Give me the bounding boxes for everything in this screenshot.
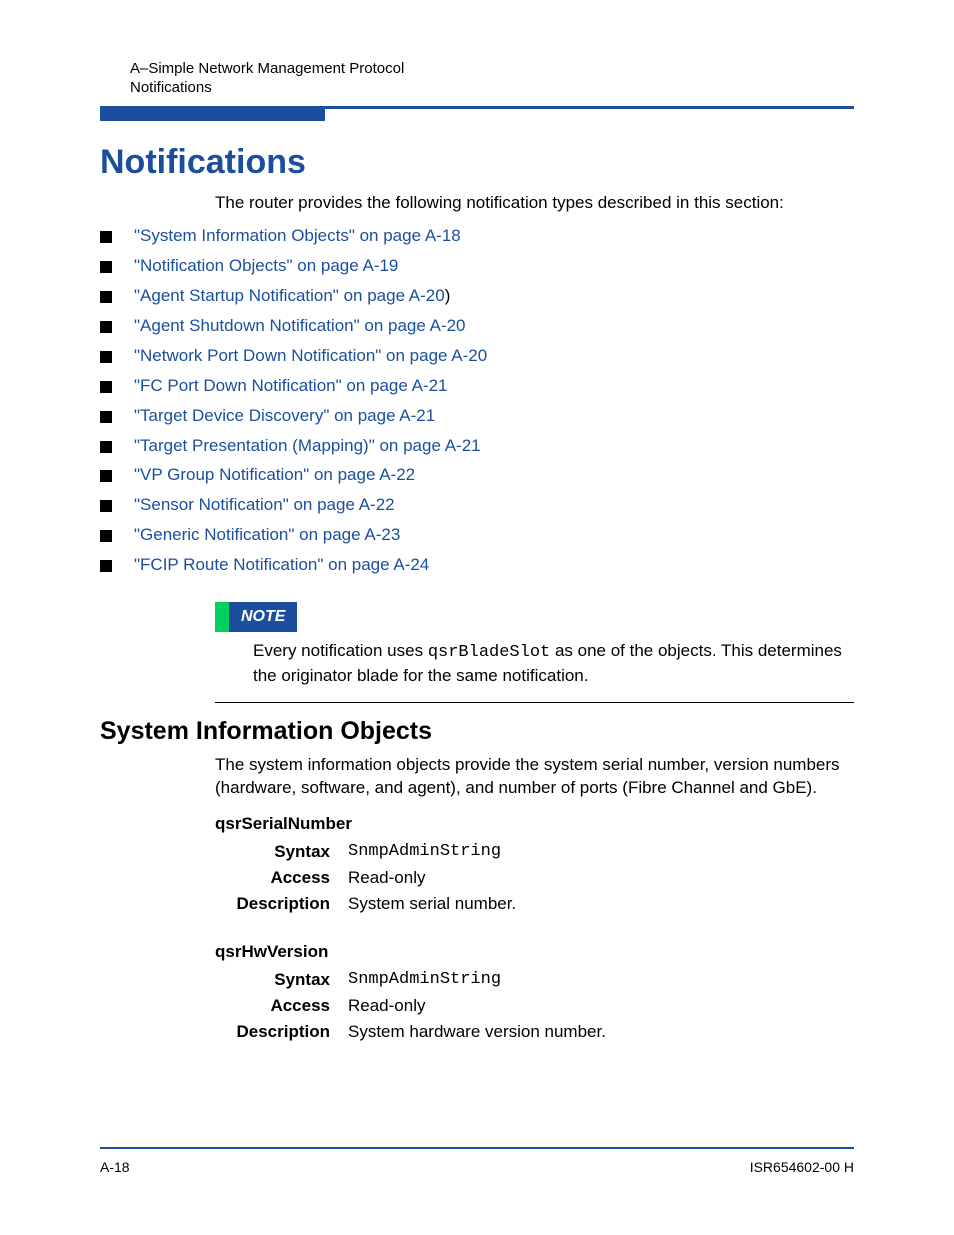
- bullet-icon: [100, 231, 112, 243]
- object-name: qsrHwVersion: [215, 942, 854, 962]
- page-footer: A-18 ISR654602-00 H: [100, 1147, 854, 1175]
- bullet-icon: [100, 321, 112, 333]
- list-item: "Network Port Down Notification" on page…: [100, 345, 854, 368]
- cross-reference-link[interactable]: "Sensor Notification" on page A-22: [134, 495, 395, 514]
- list-item: "Target Device Discovery" on page A-21: [100, 405, 854, 428]
- list-item: "Notification Objects" on page A-19: [100, 255, 854, 278]
- description-value: System hardware version number.: [348, 1022, 854, 1042]
- description-value: System serial number.: [348, 894, 854, 914]
- note-text-pre: Every notification uses: [253, 641, 428, 660]
- access-value: Read-only: [348, 868, 854, 888]
- document-id: ISR654602-00 H: [750, 1159, 854, 1175]
- footer-rule: [100, 1147, 854, 1149]
- syntax-value: SnmpAdminString: [348, 842, 854, 862]
- page-title: Notifications: [100, 143, 854, 182]
- link-suffix: ): [445, 286, 451, 305]
- definition-row: Access Read-only: [215, 868, 854, 888]
- header-accent-bar: [100, 109, 325, 121]
- cross-reference-link[interactable]: "Target Device Discovery" on page A-21: [134, 406, 435, 425]
- syntax-label: Syntax: [215, 970, 348, 990]
- cross-reference-link[interactable]: "Agent Shutdown Notification" on page A-…: [134, 316, 466, 335]
- cross-reference-link[interactable]: "FCIP Route Notification" on page A-24: [134, 555, 429, 574]
- description-label: Description: [215, 894, 348, 914]
- section-heading: System Information Objects: [100, 717, 854, 746]
- cross-reference-link[interactable]: "System Information Objects" on page A-1…: [134, 226, 461, 245]
- bullet-icon: [100, 441, 112, 453]
- list-item: "System Information Objects" on page A-1…: [100, 225, 854, 248]
- bullet-icon: [100, 411, 112, 423]
- bullet-icon: [100, 261, 112, 273]
- definition-row: Access Read-only: [215, 996, 854, 1016]
- definition-row: Description System hardware version numb…: [215, 1022, 854, 1042]
- list-item: "Agent Shutdown Notification" on page A-…: [100, 315, 854, 338]
- note-body: Every notification uses qsrBladeSlot as …: [253, 640, 854, 688]
- access-label: Access: [215, 996, 348, 1016]
- cross-reference-link[interactable]: "Generic Notification" on page A-23: [134, 525, 400, 544]
- cross-reference-link[interactable]: "Agent Startup Notification" on page A-2…: [134, 286, 445, 305]
- bullet-icon: [100, 291, 112, 303]
- list-item: "FC Port Down Notification" on page A-21: [100, 375, 854, 398]
- description-label: Description: [215, 1022, 348, 1042]
- note-code: qsrBladeSlot: [428, 643, 550, 662]
- cross-reference-link[interactable]: "Target Presentation (Mapping)" on page …: [134, 436, 481, 455]
- definition-row: Description System serial number.: [215, 894, 854, 914]
- definition-row: Syntax SnmpAdminString: [215, 970, 854, 990]
- bullet-icon: [100, 351, 112, 363]
- list-item: "FCIP Route Notification" on page A-24: [100, 554, 854, 577]
- definition-row: Syntax SnmpAdminString: [215, 842, 854, 862]
- access-label: Access: [215, 868, 348, 888]
- object-name: qsrSerialNumber: [215, 814, 854, 834]
- cross-reference-link[interactable]: "Notification Objects" on page A-19: [134, 256, 398, 275]
- intro-paragraph: The router provides the following notifi…: [215, 192, 854, 215]
- notification-link-list: "System Information Objects" on page A-1…: [100, 225, 854, 577]
- section-intro: The system information objects provide t…: [215, 754, 854, 800]
- access-value: Read-only: [348, 996, 854, 1016]
- section-separator: [215, 702, 854, 703]
- cross-reference-link[interactable]: "FC Port Down Notification" on page A-21: [134, 376, 448, 395]
- header-section-line: Notifications: [130, 79, 854, 96]
- list-item: "Target Presentation (Mapping)" on page …: [100, 435, 854, 458]
- page-number: A-18: [100, 1159, 130, 1175]
- bullet-icon: [100, 470, 112, 482]
- list-item: "Agent Startup Notification" on page A-2…: [100, 285, 854, 308]
- list-item: "VP Group Notification" on page A-22: [100, 464, 854, 487]
- syntax-label: Syntax: [215, 842, 348, 862]
- cross-reference-link[interactable]: "Network Port Down Notification" on page…: [134, 346, 487, 365]
- bullet-icon: [100, 381, 112, 393]
- list-item: "Generic Notification" on page A-23: [100, 524, 854, 547]
- cross-reference-link[interactable]: "VP Group Notification" on page A-22: [134, 465, 415, 484]
- bullet-icon: [100, 560, 112, 572]
- note-label: NOTE: [215, 602, 297, 632]
- bullet-icon: [100, 500, 112, 512]
- bullet-icon: [100, 530, 112, 542]
- header-appendix-line: A–Simple Network Management Protocol: [130, 60, 854, 77]
- syntax-value: SnmpAdminString: [348, 970, 854, 990]
- list-item: "Sensor Notification" on page A-22: [100, 494, 854, 517]
- note-block: NOTE Every notification uses qsrBladeSlo…: [215, 602, 854, 687]
